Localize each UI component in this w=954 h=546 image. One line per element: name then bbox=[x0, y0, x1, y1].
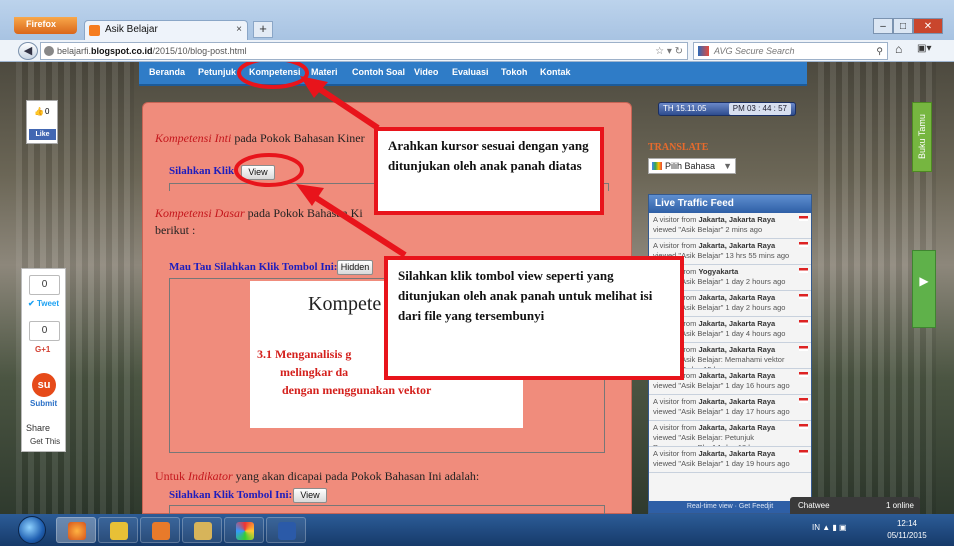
clock-date-text: 05/11/2015 bbox=[887, 531, 927, 540]
chatwee-online: 1 online bbox=[885, 501, 914, 510]
minimize-button[interactable]: – bbox=[873, 18, 893, 34]
clock-time-text: 12:14 bbox=[896, 519, 918, 528]
chatwee-bar[interactable]: Chatwee 1 online bbox=[790, 497, 920, 514]
blogger-favicon-icon bbox=[89, 25, 100, 36]
url-prefix: belajarfi. bbox=[57, 46, 92, 56]
app-icon bbox=[110, 522, 128, 540]
firefox-menu-button[interactable]: Firefox bbox=[14, 17, 77, 34]
folder-icon bbox=[194, 522, 212, 540]
page-content: Beranda Petunjuk Kompetensi Materi Conto… bbox=[0, 62, 954, 514]
navigation-toolbar: ◀ belajarfi.blogspot.co.id/2015/10/blog-… bbox=[0, 40, 954, 62]
url-domain: blogspot.co.id bbox=[91, 46, 153, 56]
highlight-ellipse-nav bbox=[237, 62, 309, 89]
avg-icon bbox=[698, 46, 709, 56]
media-player-icon bbox=[152, 522, 170, 540]
tab-title: Asik Belajar bbox=[105, 24, 158, 35]
firefox-icon bbox=[68, 522, 86, 540]
tab-strip: Firefox Asik Belajar × + – □ ✕ bbox=[0, 0, 954, 40]
browser-window: Firefox Asik Belajar × + – □ ✕ ◀ belajar… bbox=[0, 0, 954, 546]
tab-asik-belajar[interactable]: Asik Belajar × bbox=[84, 20, 248, 40]
chatwee-label: Chatwee bbox=[798, 501, 830, 510]
highlight-ellipse-view bbox=[234, 153, 304, 187]
home-icon[interactable]: ⌂ bbox=[895, 42, 902, 56]
close-window-button[interactable]: ✕ bbox=[913, 18, 943, 34]
search-input[interactable]: AVG Secure Search ⚲ bbox=[693, 42, 888, 60]
start-button[interactable] bbox=[18, 516, 46, 544]
callout-bottom: Silahkan klik tombol view seperti yang d… bbox=[384, 256, 684, 380]
taskbar-word[interactable] bbox=[266, 517, 306, 543]
new-tab-button[interactable]: + bbox=[253, 21, 273, 38]
windows-taskbar: Chatwee 1 online IN ▲ ▮ ▣ 12:14 05/11/2015 bbox=[0, 497, 954, 546]
bookmark-star-icon[interactable]: ☆ ▾ ↻ bbox=[655, 44, 683, 60]
language-indicator[interactable]: IN bbox=[812, 523, 820, 532]
close-tab-icon[interactable]: × bbox=[236, 24, 242, 35]
callout-top: Arahkan kursor sesuai dengan yang ditunj… bbox=[374, 127, 604, 215]
taskbar-photos[interactable] bbox=[224, 517, 264, 543]
taskbar-app-2[interactable] bbox=[98, 517, 138, 543]
taskbar-explorer[interactable] bbox=[182, 517, 222, 543]
site-identity-icon[interactable] bbox=[44, 46, 54, 56]
taskbar-firefox[interactable] bbox=[56, 517, 96, 543]
url-path: /2015/10/blog-post.html bbox=[152, 46, 247, 56]
photos-icon bbox=[236, 522, 254, 540]
system-clock[interactable]: 12:14 05/11/2015 bbox=[884, 518, 930, 542]
arrow-line-top bbox=[313, 83, 380, 131]
tray-icons[interactable]: ▲ ▮ ▣ bbox=[822, 523, 846, 532]
search-placeholder: AVG Secure Search bbox=[714, 46, 795, 56]
system-tray: IN ▲ ▮ ▣ bbox=[812, 523, 847, 532]
back-button[interactable]: ◀ bbox=[18, 42, 38, 60]
url-bar[interactable]: belajarfi.blogspot.co.id/2015/10/blog-po… bbox=[40, 42, 688, 60]
search-icon[interactable]: ⚲ bbox=[876, 43, 883, 59]
taskbar-media-player[interactable] bbox=[140, 517, 180, 543]
word-icon bbox=[278, 522, 296, 540]
menu-icon[interactable]: ▣▾ bbox=[917, 43, 931, 54]
maximize-button[interactable]: □ bbox=[893, 18, 913, 34]
